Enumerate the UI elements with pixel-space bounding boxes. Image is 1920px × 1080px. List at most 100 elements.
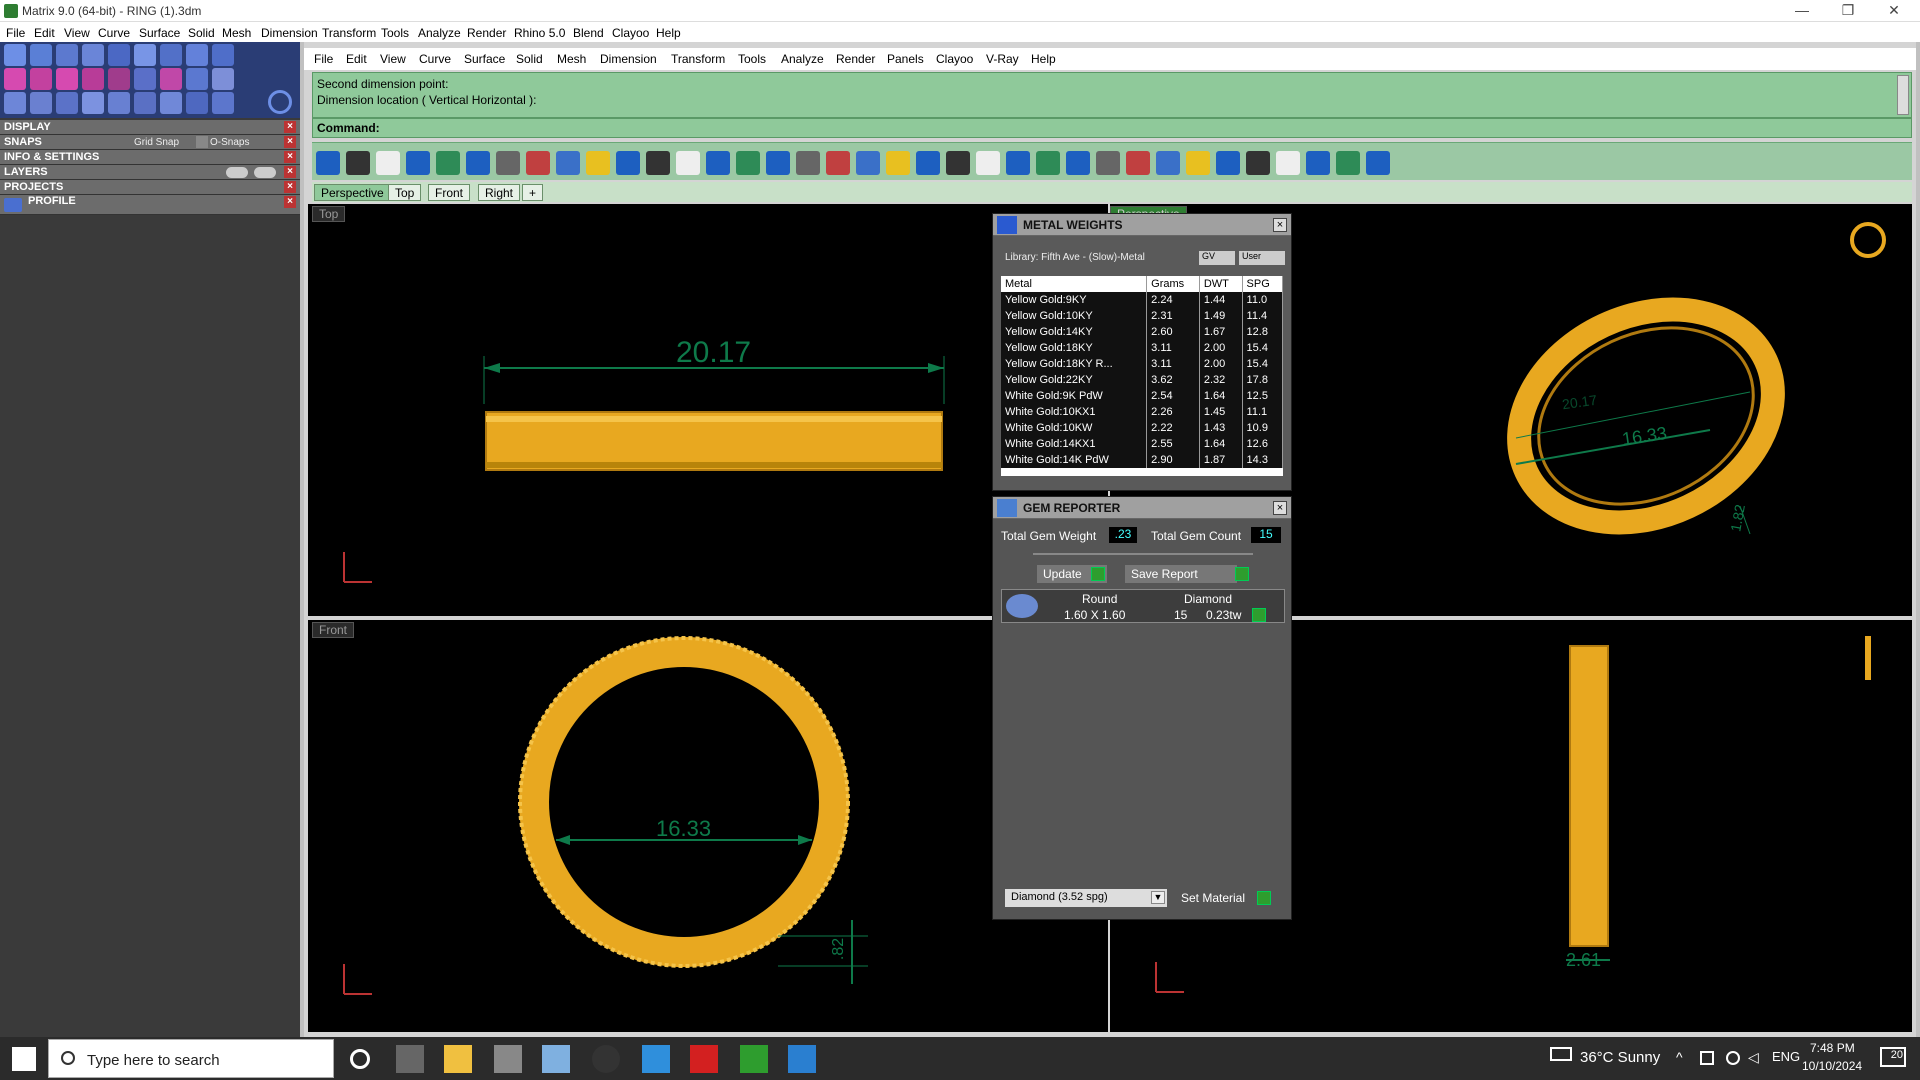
play-icon[interactable] <box>1091 567 1105 581</box>
app-icon[interactable] <box>788 1045 816 1073</box>
toolbar-tool-icon[interactable] <box>796 151 820 175</box>
clock-date[interactable]: 10/10/2024 <box>1802 1059 1862 1073</box>
menu-vray[interactable]: V-Ray <box>986 52 1019 66</box>
toolbar-tool-icon[interactable] <box>346 151 370 175</box>
menu-tools[interactable]: Tools <box>381 26 409 40</box>
menu-edit[interactable]: Edit <box>34 26 55 40</box>
globe-icon[interactable] <box>1726 1051 1740 1065</box>
lasso-tool-icon[interactable] <box>30 44 52 66</box>
array-tool-icon[interactable] <box>82 92 104 114</box>
layer-visibility-icon[interactable] <box>226 167 248 178</box>
rotate-tool-icon[interactable] <box>30 92 52 114</box>
align-tool-icon[interactable] <box>186 92 208 114</box>
bend-tool-icon[interactable] <box>82 68 104 90</box>
chevron-down-icon[interactable]: ▼ <box>1151 891 1165 904</box>
table-row[interactable]: White Gold:14KX1 2.55 1.64 12.6 <box>1001 436 1283 452</box>
close-icon[interactable]: × <box>284 151 296 163</box>
language-indicator[interactable]: ENG <box>1772 1049 1800 1064</box>
play-icon[interactable] <box>1257 891 1271 905</box>
toolbar-tool-icon[interactable] <box>496 151 520 175</box>
menu-help[interactable]: Help <box>656 26 681 40</box>
toolbar-tool-icon[interactable] <box>1276 151 1300 175</box>
menu-edit[interactable]: Edit <box>346 52 367 66</box>
table-row[interactable]: Yellow Gold:14KY 2.60 1.67 12.8 <box>1001 324 1283 340</box>
grid-snap-toggle[interactable]: Grid Snap <box>134 135 179 150</box>
table-row[interactable]: White Gold:10KW 2.22 1.43 10.9 <box>1001 420 1283 436</box>
app-icon[interactable] <box>542 1045 570 1073</box>
toolbar-tool-icon[interactable] <box>1156 151 1180 175</box>
taskbar-search[interactable]: Type here to search <box>48 1039 334 1078</box>
toolbar-tool-icon[interactable] <box>766 151 790 175</box>
menu-rhino[interactable]: Rhino 5.0 <box>514 26 565 40</box>
toolbar-tool-icon[interactable] <box>1216 151 1240 175</box>
toolbar-tool-icon[interactable] <box>1186 151 1210 175</box>
metal-weights-header[interactable]: METAL WEIGHTS × <box>993 214 1291 236</box>
menu-clayoo[interactable]: Clayoo <box>936 52 973 66</box>
toolbar-tool-icon[interactable] <box>316 151 340 175</box>
menu-render[interactable]: Render <box>467 26 506 40</box>
close-icon[interactable]: × <box>284 196 296 208</box>
close-icon[interactable]: × <box>284 136 296 148</box>
toolbar-tool-icon[interactable] <box>1036 151 1060 175</box>
panel-profile[interactable]: PROFILE × <box>0 195 300 215</box>
notification-badge[interactable]: 20 <box>1880 1047 1906 1067</box>
material-select[interactable]: Diamond (3.52 spg) ▼ <box>1005 889 1167 907</box>
check-tool-icon[interactable] <box>186 68 208 90</box>
menu-analyze[interactable]: Analyze <box>781 52 824 66</box>
add-point-icon[interactable] <box>56 68 78 90</box>
mesh-tool-icon[interactable] <box>186 44 208 66</box>
close-icon[interactable]: × <box>284 121 296 133</box>
play-icon[interactable] <box>1252 608 1266 622</box>
viewport-front[interactable]: Front 16.33 .82 <box>308 620 1108 1032</box>
toolbar-tool-icon[interactable] <box>736 151 760 175</box>
toolbar-tool-icon[interactable] <box>586 151 610 175</box>
panel-snaps[interactable]: SNAPS Grid Snap O-Snaps × <box>0 135 300 150</box>
toolbar-tool-icon[interactable] <box>706 151 730 175</box>
close-icon[interactable]: × <box>1273 218 1287 232</box>
flip-tool-icon[interactable] <box>212 92 234 114</box>
move-tool-icon[interactable] <box>108 92 130 114</box>
toolbar-tool-icon[interactable] <box>946 151 970 175</box>
menu-clayoo[interactable]: Clayoo <box>612 26 649 40</box>
toolbar-tool-icon[interactable] <box>616 151 640 175</box>
table-row[interactable]: Yellow Gold:10KY 2.31 1.49 11.4 <box>1001 308 1283 324</box>
add-view-button[interactable]: + <box>522 184 544 201</box>
layer-eye-icon[interactable] <box>254 167 276 178</box>
toolbar-tool-icon[interactable] <box>526 151 550 175</box>
scale-tool-icon[interactable] <box>134 92 156 114</box>
toolbar-tool-icon[interactable] <box>1126 151 1150 175</box>
menu-surface[interactable]: Surface <box>464 52 505 66</box>
toolbar-tool-icon[interactable] <box>436 151 460 175</box>
menu-file[interactable]: File <box>314 52 333 66</box>
toolbar-tool-icon[interactable] <box>466 151 490 175</box>
menu-curve[interactable]: Curve <box>419 52 451 66</box>
toolbar-tool-icon[interactable] <box>856 151 880 175</box>
paint-tool-icon[interactable] <box>160 68 182 90</box>
set-material-button[interactable]: Set Material <box>1179 889 1269 907</box>
menu-view[interactable]: View <box>64 26 90 40</box>
blender-icon[interactable] <box>592 1045 620 1073</box>
toolbar-tool-icon[interactable] <box>406 151 430 175</box>
menu-help[interactable]: Help <box>1031 52 1056 66</box>
menu-dimension[interactable]: Dimension <box>600 52 657 66</box>
table-row[interactable]: White Gold:10KX1 2.26 1.45 11.1 <box>1001 404 1283 420</box>
matrix-icon[interactable] <box>740 1045 768 1073</box>
menu-solid[interactable]: Solid <box>516 52 543 66</box>
menu-transform[interactable]: Transform <box>322 26 376 40</box>
toolbar-tool-icon[interactable] <box>376 151 400 175</box>
toolbar-tool-icon[interactable] <box>1006 151 1030 175</box>
restore-button[interactable]: ❐ <box>1826 2 1870 20</box>
toolbar-tool-icon[interactable] <box>646 151 670 175</box>
menu-curve[interactable]: Curve <box>98 26 130 40</box>
toolbar-tool-icon[interactable] <box>886 151 910 175</box>
edit-tool-icon[interactable] <box>108 68 130 90</box>
toolbar-tool-icon[interactable] <box>556 151 580 175</box>
metal-table[interactable]: Metal Grams DWT SPG Yellow Gold:9KY 2.24 1.44… <box>1001 276 1283 476</box>
task-view-icon[interactable] <box>396 1045 424 1073</box>
table-row[interactable]: White Gold:14K PdW 2.90 1.87 14.3 <box>1001 452 1283 468</box>
tab-front[interactable]: Front <box>428 184 471 201</box>
minimize-button[interactable]: — <box>1780 2 1824 20</box>
toolbar-tool-icon[interactable] <box>826 151 850 175</box>
toolbar-tool-icon[interactable] <box>1306 151 1330 175</box>
viewport-top[interactable]: Top 20.17 <box>308 204 1108 616</box>
